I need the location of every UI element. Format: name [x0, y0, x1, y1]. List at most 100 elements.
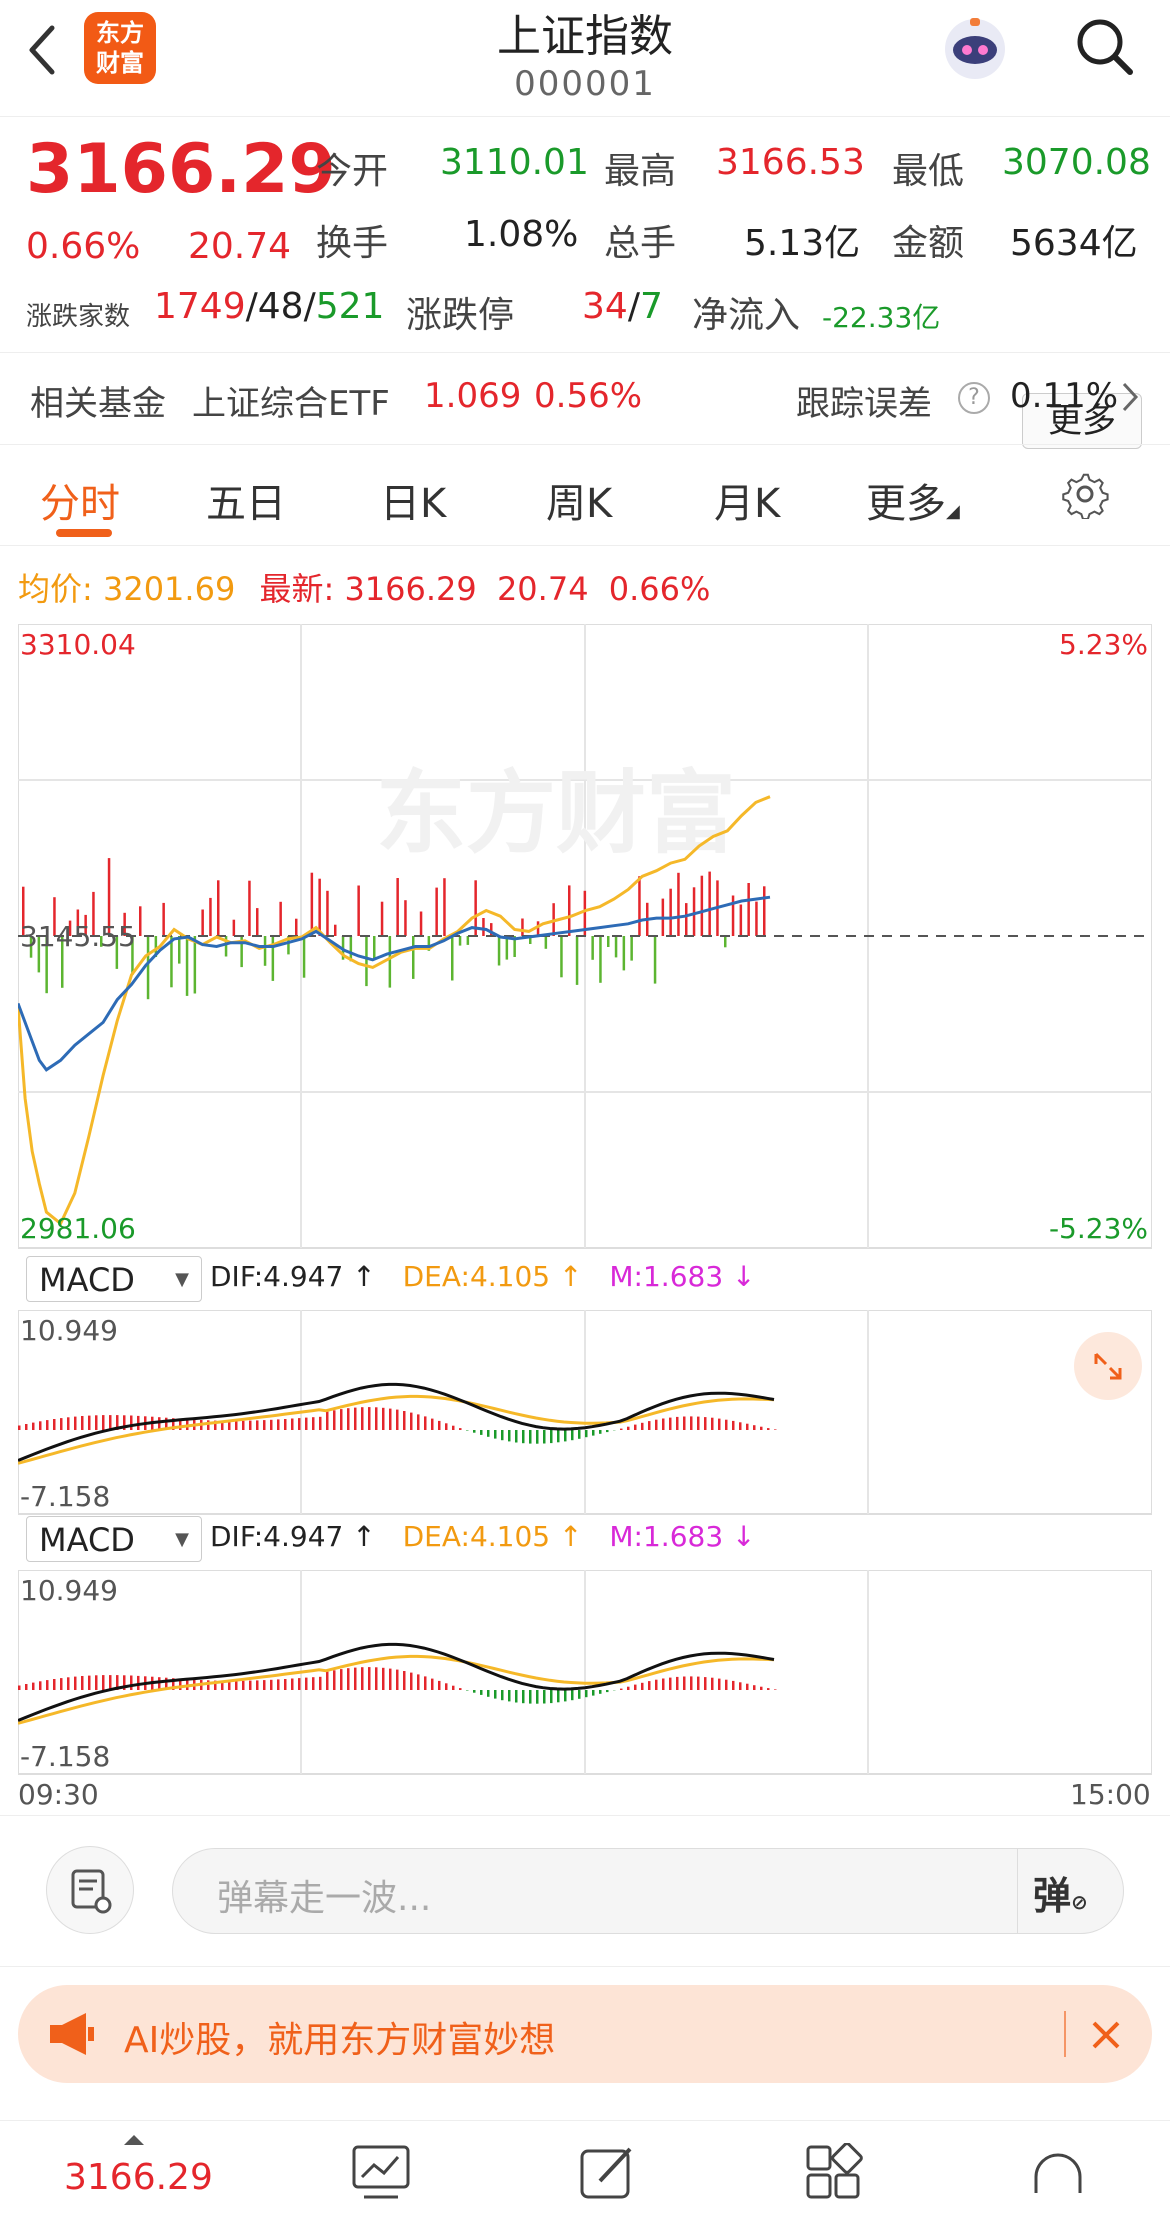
macd-bar	[333, 1670, 336, 1690]
macd-bar	[305, 1418, 308, 1430]
tab-month-k[interactable]: 月K	[714, 471, 780, 529]
tab-intraday[interactable]: 分时	[40, 471, 120, 529]
volume-bar	[381, 902, 384, 936]
macd-bar	[592, 1430, 595, 1436]
netflow-value: -22.33亿	[822, 296, 940, 336]
latest-percent: 0.66%	[609, 570, 711, 608]
avg-label: 均价:	[18, 570, 93, 608]
search-icon[interactable]	[1072, 14, 1136, 78]
macd-bar	[739, 1682, 742, 1690]
macd-bar	[760, 1427, 763, 1430]
macd-bar	[487, 1690, 490, 1697]
volume-bar	[521, 919, 524, 937]
low-label: 最低	[892, 142, 964, 194]
volume-bar	[186, 936, 189, 996]
volume-bar	[599, 936, 602, 983]
volume-bar	[233, 920, 236, 936]
gear-icon[interactable]	[1060, 469, 1110, 519]
macd-bar	[74, 1677, 77, 1690]
tab-more[interactable]: 更多◢	[866, 471, 960, 529]
dropdown-arrow-icon: ▼	[175, 1257, 189, 1303]
macd-chart-2[interactable]: 10.949 -7.158	[18, 1570, 1152, 1776]
expand-icon[interactable]	[1074, 1332, 1142, 1400]
headset-icon[interactable]	[1028, 2143, 1088, 2207]
macd-selector-1[interactable]: MACD ▼	[26, 1256, 202, 1302]
macd-ymax-label: 10.949	[20, 1574, 118, 1607]
volume-label: 总手	[604, 214, 676, 266]
danmu-send-button[interactable]: 弹⊘	[1033, 1865, 1107, 1919]
macd-bar	[683, 1417, 686, 1431]
limit-up: 34	[582, 286, 628, 327]
robot-avatar-icon[interactable]	[940, 14, 1010, 84]
macd-bar	[683, 1677, 686, 1691]
volume-bar	[677, 873, 680, 936]
macd-bar	[382, 1408, 385, 1430]
macd-bar	[417, 1414, 420, 1430]
macd-bar	[60, 1678, 63, 1690]
macd-bar	[480, 1690, 483, 1695]
macd-bar	[81, 1416, 84, 1430]
help-icon[interactable]: ?	[958, 382, 990, 414]
volume-bar	[412, 936, 415, 979]
tab-week-k[interactable]: 周K	[546, 471, 612, 529]
volume-bar	[591, 936, 594, 960]
volume-bar	[201, 910, 204, 937]
macd-chart-1[interactable]: 10.949 -7.158	[18, 1310, 1152, 1516]
macd-bar	[291, 1419, 294, 1431]
caret-up-icon	[124, 2135, 144, 2145]
close-icon[interactable]	[1086, 2015, 1126, 2055]
macd-ymax-label: 10.949	[20, 1314, 118, 1347]
macd-bar	[522, 1690, 525, 1703]
macd-bar	[529, 1430, 532, 1444]
edit-icon[interactable]	[578, 2143, 638, 2207]
fund-row[interactable]: 相关基金 上证综合ETF 1.069 0.56% 跟踪误差 ? 0.11%	[0, 352, 1170, 442]
macd-bar	[648, 1421, 651, 1430]
volume-bar	[334, 925, 337, 936]
macd-bar	[711, 1418, 714, 1430]
breadth-flat: 48	[258, 286, 304, 327]
volume-bar	[537, 921, 540, 936]
open-value: 3110.01	[440, 142, 589, 183]
macd-bar	[25, 1684, 28, 1690]
macd-selector-2[interactable]: MACD ▼	[26, 1516, 202, 1562]
active-tab-indicator	[56, 529, 112, 537]
danmu-input[interactable]: 弹幕走一波... 弹⊘	[172, 1848, 1124, 1934]
macd-bar	[732, 1421, 735, 1430]
macd-bar	[403, 1671, 406, 1690]
macd-bar	[102, 1675, 105, 1690]
volume-bar	[740, 905, 743, 937]
dea-value: DEA:4.105 ↑	[403, 1260, 583, 1293]
volume-bar	[295, 919, 298, 936]
volume-bar	[272, 936, 275, 981]
y-min-label: 2981.06	[20, 1212, 136, 1245]
megaphone-icon	[46, 2011, 96, 2061]
tab-five-day[interactable]: 五日	[206, 471, 286, 529]
macd-bar	[347, 1408, 350, 1430]
macd-bar	[326, 1412, 329, 1430]
divider	[1017, 1849, 1018, 1933]
divider	[1064, 2011, 1066, 2057]
nav-price[interactable]: 3166.29	[64, 2157, 213, 2198]
macd-bar	[655, 1680, 658, 1690]
latest-value: 3166.29	[344, 570, 476, 608]
macd-bar	[256, 1680, 259, 1690]
macd-bar	[375, 1407, 378, 1430]
apps-icon[interactable]	[804, 2143, 864, 2207]
danmu-settings-icon[interactable]	[46, 1846, 134, 1934]
macd-bar	[620, 1689, 623, 1690]
macd-bar	[515, 1430, 518, 1443]
low-value: 3070.08	[1002, 142, 1151, 183]
macd-bar	[578, 1690, 581, 1699]
volume-bar	[685, 903, 688, 936]
macd-bar	[480, 1430, 483, 1435]
tab-day-k[interactable]: 日K	[380, 471, 446, 529]
macd-bar	[46, 1680, 49, 1690]
macd-bar	[494, 1430, 497, 1439]
volume-bar	[568, 885, 571, 936]
macd-bar	[676, 1417, 679, 1430]
intraday-chart[interactable]: 东方财富 3310.04 5.23% 3145.55 2981.06 -5.23…	[18, 624, 1152, 1250]
trend-chart-icon[interactable]	[350, 2143, 412, 2207]
ai-banner[interactable]: AI炒股，就用东方财富妙想	[18, 1985, 1152, 2083]
avg-value: 3201.69	[103, 570, 235, 608]
fund-percent: 0.56%	[534, 376, 642, 416]
